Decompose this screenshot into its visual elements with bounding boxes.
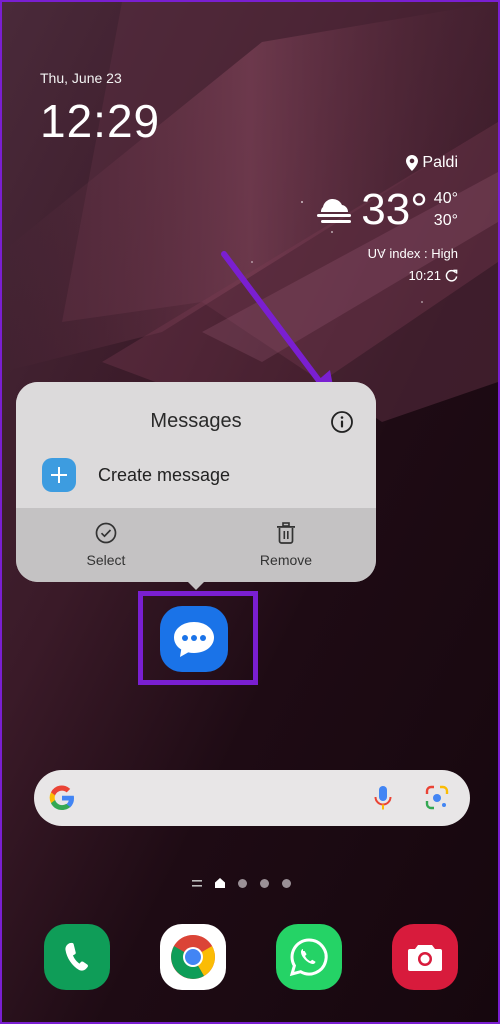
context-menu-actions: Select Remove <box>16 508 376 582</box>
google-search-bar[interactable] <box>34 770 470 826</box>
home-page-indicator[interactable] <box>192 878 291 888</box>
info-icon[interactable] <box>330 410 354 434</box>
context-menu-title: Messages <box>150 410 242 432</box>
page-dot <box>260 878 269 888</box>
google-lens-icon[interactable] <box>424 784 450 812</box>
trash-icon <box>277 522 295 544</box>
context-menu-pointer <box>187 581 205 590</box>
phone-app-icon[interactable] <box>44 924 110 990</box>
app-dock <box>2 924 500 990</box>
whatsapp-icon <box>289 938 328 977</box>
check-circle-icon <box>95 522 117 544</box>
chrome-icon <box>171 935 215 979</box>
app-drawer-lines-icon <box>192 879 202 887</box>
create-message-shortcut[interactable]: Create message <box>42 458 230 492</box>
camera-icon <box>408 945 442 971</box>
chrome-app-icon[interactable] <box>160 924 226 990</box>
plus-icon <box>42 458 76 492</box>
microphone-icon[interactable] <box>372 784 394 812</box>
create-message-label: Create message <box>98 464 231 485</box>
app-context-menu: Messages Create message Select Remove <box>16 382 376 590</box>
messages-app-icon[interactable] <box>160 606 228 672</box>
page-dot <box>282 878 291 888</box>
remove-button[interactable]: Remove <box>196 508 376 582</box>
page-dot <box>238 878 247 888</box>
home-page-icon <box>215 878 225 888</box>
chat-bubble-icon <box>174 622 214 657</box>
select-button[interactable]: Select <box>16 508 196 582</box>
camera-app-icon[interactable] <box>392 924 458 990</box>
google-logo-icon <box>49 785 75 811</box>
select-label: Select <box>86 552 126 568</box>
phone-icon <box>65 942 88 971</box>
context-menu-header: Messages Create message <box>16 382 376 508</box>
whatsapp-app-icon[interactable] <box>276 924 342 990</box>
remove-label: Remove <box>259 552 313 568</box>
